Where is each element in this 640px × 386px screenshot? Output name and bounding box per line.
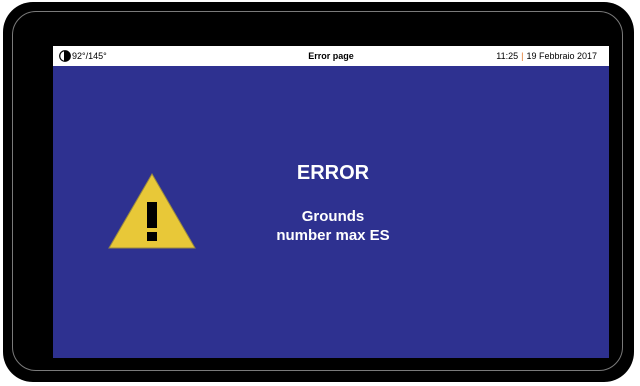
- status-left: 92°/145°: [59, 46, 107, 66]
- compass-icon: [59, 50, 71, 62]
- status-bar: 92°/145° Error page 11:25 | 19 Febbraio 20…: [53, 46, 609, 66]
- screen: 92°/145° Error page 11:25 | 19 Febbraio 20…: [53, 46, 609, 358]
- error-message: Grounds number max ES: [213, 207, 453, 245]
- datetime-separator: |: [521, 51, 524, 61]
- clock: 11:25: [496, 51, 519, 61]
- datetime: 11:25 | 19 Febbraio 2017: [496, 46, 597, 66]
- error-title: ERROR: [296, 162, 370, 184]
- angle-readout: 92°/145°: [72, 51, 107, 61]
- error-message-line-1: Grounds: [301, 208, 365, 225]
- device-frame: 92°/145° Error page 11:25 | 19 Febbraio 20…: [3, 2, 634, 382]
- warning-icon: [108, 173, 196, 249]
- error-message-line-2: number max ES: [276, 227, 390, 244]
- error-panel: ERROR Grounds number max ES: [53, 66, 609, 358]
- date: 19 Febbraio 2017: [526, 51, 597, 61]
